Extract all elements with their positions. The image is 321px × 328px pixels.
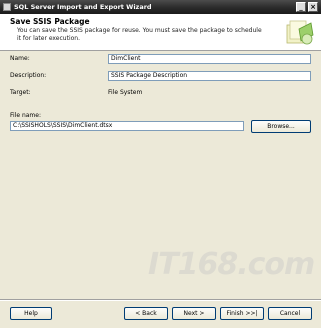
name-label: Name: <box>10 55 30 62</box>
title-bar[interactable]: SQL Server Import and Export Wizard _ × <box>0 0 321 14</box>
browse-button[interactable]: Browse... <box>251 120 311 133</box>
next-button[interactable]: Next > <box>172 307 216 320</box>
target-value: File System <box>108 89 143 96</box>
package-art-icon <box>286 20 314 45</box>
footer-divider <box>0 299 321 301</box>
description-label: Description: <box>10 72 47 79</box>
file-name-field[interactable]: C:\SSISHOLS\SSIS\DimClient.dtsx <box>10 121 244 131</box>
help-button[interactable]: Help <box>10 307 52 320</box>
back-button[interactable]: < Back <box>124 307 168 320</box>
name-field[interactable]: DimClient <box>108 54 311 64</box>
close-icon[interactable]: × <box>308 2 318 12</box>
file-name-label: File name: <box>10 112 41 119</box>
window-title: SQL Server Import and Export Wizard <box>14 3 152 11</box>
minimize-icon[interactable]: _ <box>296 2 306 12</box>
page-title: Save SSIS Package <box>10 17 90 26</box>
wizard-app-icon <box>3 3 11 11</box>
finish-button[interactable]: Finish >>| <box>220 307 264 320</box>
watermark-logo: IT168.com <box>148 247 315 282</box>
cancel-button[interactable]: Cancel <box>268 307 312 320</box>
wizard-header: Save SSIS Package You can save the SSIS … <box>0 14 321 51</box>
wizard-window: SQL Server Import and Export Wizard _ × … <box>0 0 321 328</box>
page-description: You can save the SSIS package for reuse.… <box>17 27 262 42</box>
target-label: Target: <box>10 89 31 96</box>
description-field[interactable]: SSIS Package Description <box>108 71 311 81</box>
